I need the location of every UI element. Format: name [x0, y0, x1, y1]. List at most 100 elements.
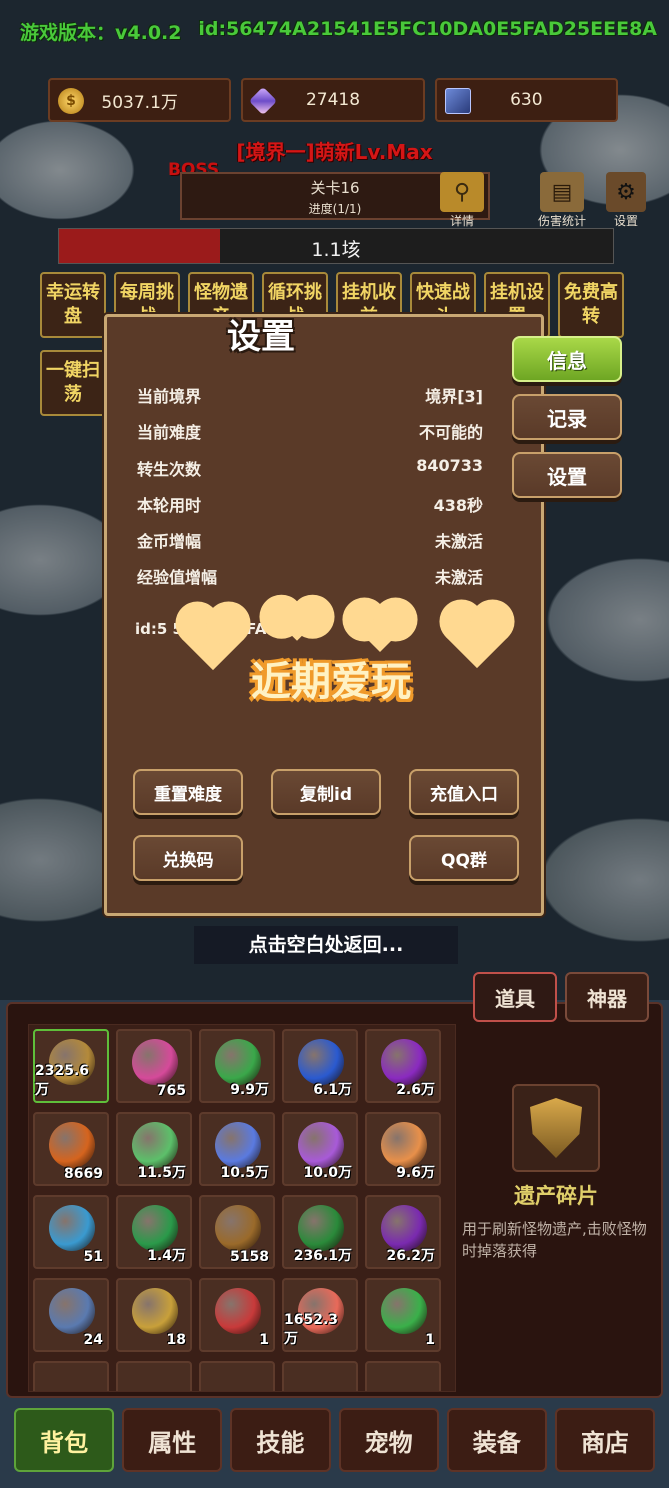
inventory-slot-partial[interactable] [116, 1361, 192, 1391]
nav-skills[interactable]: 技能 [230, 1408, 331, 1472]
inventory-slot-purple-swirl-orb[interactable]: 10.0万 [282, 1112, 358, 1186]
crystal-resource: 27418 [241, 78, 425, 122]
redeem-code-button[interactable]: 兑换码 [133, 835, 243, 881]
nav-shop[interactable]: 商店 [554, 1408, 656, 1472]
inventory-slot-red-amulet[interactable]: 1 [199, 1278, 275, 1352]
item-detail: 遗产碎片 用于刷新怪物遗产,击败怪物时掉落获得 [456, 1084, 656, 1262]
top-settings-label: 设置 [613, 214, 638, 228]
one-click-sweep-button[interactable]: 一键扫荡 [40, 350, 106, 416]
info-value: 未激活 [434, 532, 483, 551]
detail-button[interactable]: ⚲ 详情 [440, 172, 484, 229]
legacy-shard-icon [512, 1084, 600, 1172]
item-count: 9.9万 [230, 1082, 269, 1098]
info-row-gold-boost: 金币增幅 未激活 [137, 528, 483, 552]
inventory-slot-green-potion[interactable]: 1 [365, 1278, 441, 1352]
info-row-round-time: 本轮用时 438秒 [137, 492, 483, 516]
magnifier-icon: ⚲ [440, 172, 484, 212]
info-label: 当前难度 [137, 423, 202, 442]
inventory-slot-pink-crystal[interactable]: 765 [116, 1029, 192, 1103]
card-resource: 630 [434, 78, 618, 122]
inventory-tabs: 道具 神器 [473, 972, 649, 1022]
pink-crystal-icon [132, 1039, 178, 1085]
info-label: 本轮用时 [137, 496, 202, 515]
inventory-slot-golden-gauntlet[interactable]: 18 [116, 1278, 192, 1352]
tab-items[interactable]: 道具 [473, 972, 557, 1022]
nav-pets[interactable]: 宠物 [338, 1408, 439, 1472]
inventory-slot-peach-fruit[interactable]: 1652.3万 [282, 1278, 358, 1352]
orange-orb-icon [49, 1122, 95, 1168]
info-label: 经验值增幅 [137, 568, 218, 587]
inventory-slot-partial[interactable] [33, 1361, 109, 1391]
card-amount: 630 [510, 90, 543, 110]
golden-gauntlet-icon [132, 1288, 178, 1334]
inventory-slot-green-pills[interactable]: 236.1万 [282, 1195, 358, 1269]
nav-equipment[interactable]: 装备 [446, 1408, 547, 1472]
nav-attributes[interactable]: 属性 [122, 1408, 223, 1472]
nav-backpack[interactable]: 背包 [14, 1408, 115, 1472]
inventory-slot-partial[interactable] [199, 1361, 275, 1391]
coin-icon: $ [58, 88, 84, 114]
item-count: 2.6万 [396, 1082, 435, 1098]
inventory-slot-treasure-chest[interactable]: 5158 [199, 1195, 275, 1269]
qq-group-button[interactable]: QQ群 [409, 835, 519, 881]
inventory-slot-partial[interactable] [365, 1361, 441, 1391]
bottom-nav: 背包 属性 技能 宠物 装备 商店 [14, 1408, 656, 1474]
inventory-slot-blue-scroll[interactable]: 51 [33, 1195, 109, 1269]
inventory-slot-green-orb[interactable]: 9.9万 [199, 1029, 275, 1103]
info-value: 840733 [416, 456, 483, 475]
tab-settings[interactable]: 设置 [512, 452, 622, 498]
inventory-slot-blue-orb[interactable]: 6.1万 [282, 1029, 358, 1103]
recharge-button[interactable]: 充值入口 [409, 769, 519, 815]
inventory-slot-green-rune[interactable]: 1.4万 [116, 1195, 192, 1269]
inventory-slot-blue-swirl-orb[interactable]: 10.5万 [199, 1112, 275, 1186]
info-row-realm: 当前境界 境界[3] [137, 383, 483, 407]
reset-difficulty-button[interactable]: 重置难度 [133, 769, 243, 815]
info-label: 当前境界 [137, 387, 202, 406]
tab-records[interactable]: 记录 [512, 394, 622, 440]
item-count: 18 [166, 1332, 186, 1348]
inventory-slot-purple-fruit[interactable]: 26.2万 [365, 1195, 441, 1269]
item-count: 1652.3万 [284, 1312, 339, 1347]
watermark-text: 近期爱玩 [251, 659, 411, 705]
treasure-chest-icon [215, 1205, 261, 1251]
free-rebirth-button[interactable]: 免费高转 [558, 272, 624, 338]
item-count: 1 [425, 1332, 435, 1348]
inventory-slot-partial[interactable] [282, 1361, 358, 1391]
inventory-slot-blue-map[interactable]: 24 [33, 1278, 109, 1352]
gear-icon: ⚙ [606, 172, 646, 212]
red-amulet-icon [215, 1288, 261, 1334]
tab-info[interactable]: 信息 [512, 336, 622, 382]
inventory-grid: 2325.6万 765 9.9万 6.1万 2.6万 8669 11.5万 10.5万 10.0… [28, 1024, 456, 1392]
info-value: 438秒 [433, 496, 483, 515]
function-row-2: 一键扫荡 [40, 350, 106, 416]
detail-label: 详情 [449, 214, 474, 228]
chart-icon: ▤ [540, 172, 584, 212]
item-count: 8669 [64, 1166, 103, 1182]
info-value: 境界[3] [425, 387, 483, 406]
info-value: 不可能的 [418, 423, 483, 442]
item-detail-name: 遗产碎片 [514, 1184, 598, 1208]
heart-icon [277, 601, 317, 641]
tap-to-return-hint[interactable]: 点击空白处返回... [194, 926, 458, 964]
item-count: 10.5万 [220, 1165, 269, 1181]
player-id: id:56474A21541E5FC10DA0E5FAD25EEE8A [198, 18, 657, 40]
crystal-icon [249, 86, 278, 116]
copy-id-button[interactable]: 复制id [271, 769, 381, 815]
top-settings-button[interactable]: ⚙ 设置 [606, 172, 646, 229]
inventory-slot-orange-orb[interactable]: 8669 [33, 1112, 109, 1186]
inventory-slot-orange-swirl-orb[interactable]: 9.6万 [365, 1112, 441, 1186]
item-count: 5158 [230, 1249, 269, 1265]
tab-artifacts[interactable]: 神器 [565, 972, 649, 1022]
item-count: 236.1万 [293, 1248, 352, 1264]
green-potion-icon [381, 1288, 427, 1334]
card-icon [444, 88, 471, 114]
blue-scroll-icon [49, 1205, 95, 1251]
inventory-slot-green-swirl-orb[interactable]: 11.5万 [116, 1112, 192, 1186]
settings-modal: 设置 当前境界 境界[3] 当前难度 不可能的 转生次数 840733 本轮用时… [104, 314, 544, 916]
damage-stats-button[interactable]: ▤ 伤害统计 [538, 172, 586, 229]
info-label: 转生次数 [137, 460, 202, 479]
info-value: 未激活 [434, 568, 483, 587]
item-count: 11.5万 [137, 1165, 186, 1181]
inventory-slot-purple-orb[interactable]: 2.6万 [365, 1029, 441, 1103]
inventory-slot-legacy-shard[interactable]: 2325.6万 [33, 1029, 109, 1103]
